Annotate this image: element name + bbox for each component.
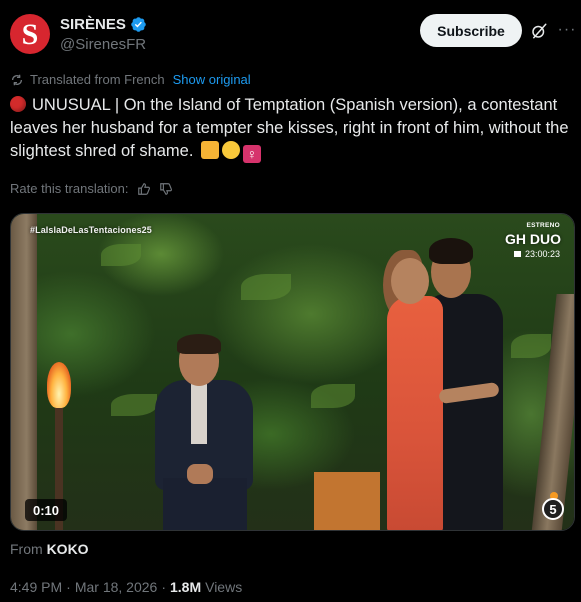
- kiss-emoji-icon: [201, 141, 220, 159]
- avatar-letter: S: [21, 18, 39, 51]
- author-block: SIRÈNES @SirenesFR: [60, 16, 147, 53]
- tweet-text: UNUSUAL | On the Island of Temptation (S…: [10, 94, 571, 163]
- video-duration-badge: 0:10: [25, 499, 68, 521]
- crying-face-emoji-icon: [222, 141, 241, 159]
- avatar[interactable]: S: [10, 14, 50, 54]
- tweet-date[interactable]: Mar 18, 2026: [75, 579, 158, 595]
- rate-translation-label: Rate this translation:: [10, 181, 129, 196]
- female-sign-emoji-icon: ♀: [243, 145, 262, 163]
- translate-icon: [11, 74, 23, 85]
- thumbs-down-icon[interactable]: [159, 182, 173, 196]
- display-name[interactable]: SIRÈNES: [60, 16, 126, 33]
- verified-badge-icon: [131, 17, 146, 32]
- translation-notice: Translated from French Show original: [10, 72, 251, 87]
- video-player[interactable]: #LaIslaDeLasTentaciones25 ESTRENO GH DUO…: [10, 213, 575, 531]
- wooden-crate: [314, 472, 380, 530]
- broadcast-time: 23:00:23: [513, 249, 560, 259]
- translated-from-text: Translated from French: [30, 72, 165, 87]
- seated-man-figure: [149, 334, 259, 530]
- palm-trunk-left: [11, 214, 37, 530]
- subscribe-button[interactable]: Subscribe: [420, 14, 522, 47]
- leaf-shape: [241, 274, 291, 300]
- video-premiere-tag: ESTRENO: [526, 222, 560, 229]
- leaf-shape: [511, 334, 551, 358]
- more-options-icon[interactable]: ···: [557, 20, 577, 40]
- kissing-couple-figure: [379, 236, 509, 530]
- channel-logo: 5: [542, 498, 564, 520]
- tweet-body: UNUSUAL | On the Island of Temptation (S…: [10, 96, 569, 160]
- video-source-prefix: From: [10, 541, 43, 557]
- video-hashtag: #LaIslaDeLasTentaciones25: [30, 225, 152, 235]
- video-source-name[interactable]: KOKO: [47, 541, 89, 557]
- torch-flame: [47, 362, 71, 408]
- tweet-meta: 4:49 PM · Mar 18, 2026 · 1.8M Views: [10, 579, 242, 595]
- video-channel-title: GH DUO: [505, 231, 561, 247]
- grok-icon[interactable]: [530, 22, 548, 40]
- author-handle[interactable]: @SirenesFR: [60, 36, 147, 53]
- meta-separator: ·: [66, 579, 71, 595]
- broadcast-time-text: 23:00:23: [524, 249, 560, 259]
- thumbs-up-icon[interactable]: [137, 182, 151, 196]
- views-label: Views: [205, 579, 243, 595]
- red-circle-emoji-icon: [10, 96, 26, 112]
- meta-separator: ·: [161, 579, 166, 595]
- tweet-header: S SIRÈNES @SirenesFR Subscribe ···: [10, 14, 575, 58]
- video-source: From KOKO: [10, 541, 89, 557]
- rate-translation: Rate this translation:: [10, 181, 173, 196]
- views-count: 1.8M: [169, 579, 202, 595]
- tweet-time[interactable]: 4:49 PM: [10, 579, 62, 595]
- leaf-shape: [101, 244, 141, 266]
- leaf-shape: [311, 384, 355, 408]
- show-original-link[interactable]: Show original: [173, 72, 251, 87]
- recording-icon: [513, 251, 521, 257]
- name-row: SIRÈNES: [60, 16, 147, 33]
